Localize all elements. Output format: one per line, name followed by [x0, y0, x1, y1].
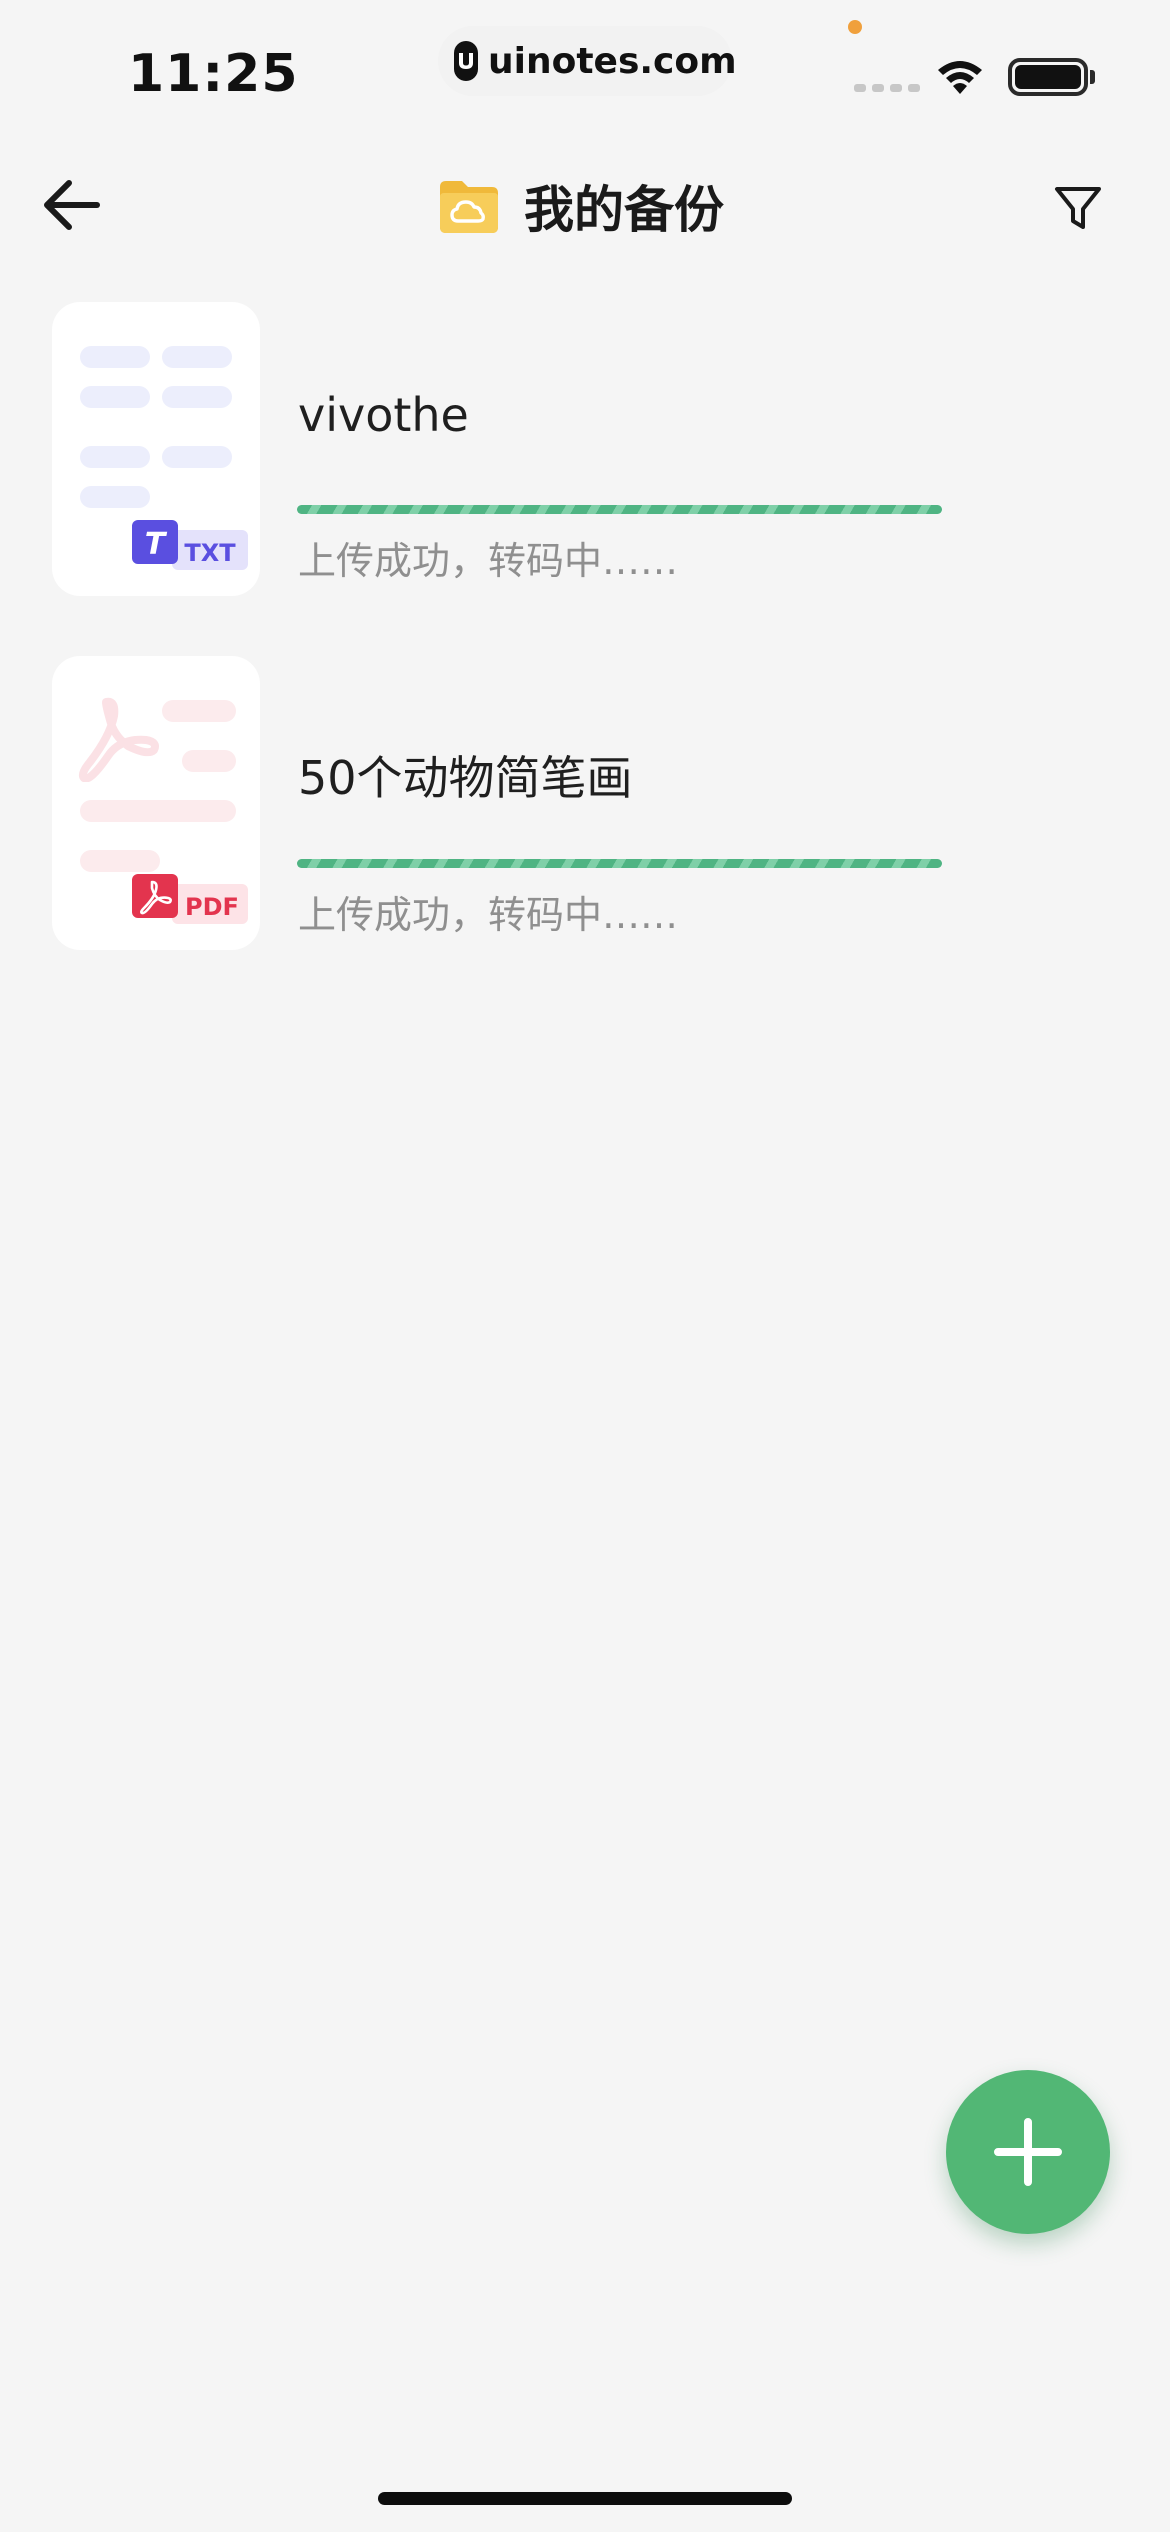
cloud-folder-icon [440, 181, 498, 233]
upload-progress-bar [297, 505, 942, 514]
filter-button[interactable] [1046, 176, 1110, 240]
txt-file-icon: T TXT [132, 520, 248, 570]
file-status: 上传成功，转码中…… [298, 539, 679, 583]
page-title: 我的备份 [524, 181, 724, 239]
site-logo-icon [454, 41, 478, 81]
header-title-group: 我的备份 [436, 168, 724, 244]
file-thumbnail: PDF [52, 656, 260, 950]
file-name: vivothe [298, 388, 469, 442]
privacy-indicator-dot [848, 20, 862, 34]
status-time: 11:25 [128, 44, 299, 104]
cellular-signal-icon [854, 84, 920, 92]
pdf-file-icon: PDF [132, 874, 248, 924]
wifi-icon [938, 61, 982, 94]
txt-badge: T TXT [132, 520, 250, 572]
home-indicator[interactable] [378, 2492, 792, 2505]
file-status: 上传成功，转码中…… [298, 893, 679, 937]
battery-icon [1008, 58, 1088, 96]
file-thumbnail: T TXT [52, 302, 260, 596]
acrobat-watermark-icon [78, 697, 159, 782]
txt-badge-label: TXT [184, 539, 236, 567]
pdf-badge-label: PDF [185, 893, 239, 921]
svg-text:T: T [145, 527, 168, 562]
battery-cap [1090, 70, 1095, 84]
funnel-icon [1055, 187, 1101, 229]
file-item[interactable]: T TXT vivothe 上传成功，转码中…… [0, 302, 1170, 596]
file-item[interactable]: PDF 50个动物简笔画 上传成功，转码中…… [0, 656, 1170, 950]
plus-icon [994, 2118, 1062, 2186]
file-name: 50个动物简笔画 [298, 751, 633, 805]
back-button[interactable] [36, 170, 106, 240]
site-name: uinotes.com [488, 40, 737, 82]
pdf-badge: PDF [132, 874, 250, 926]
upload-progress-bar [297, 859, 942, 868]
add-button[interactable] [946, 2070, 1110, 2234]
site-pill: uinotes.com [438, 26, 737, 96]
arrow-left-icon [44, 180, 100, 230]
